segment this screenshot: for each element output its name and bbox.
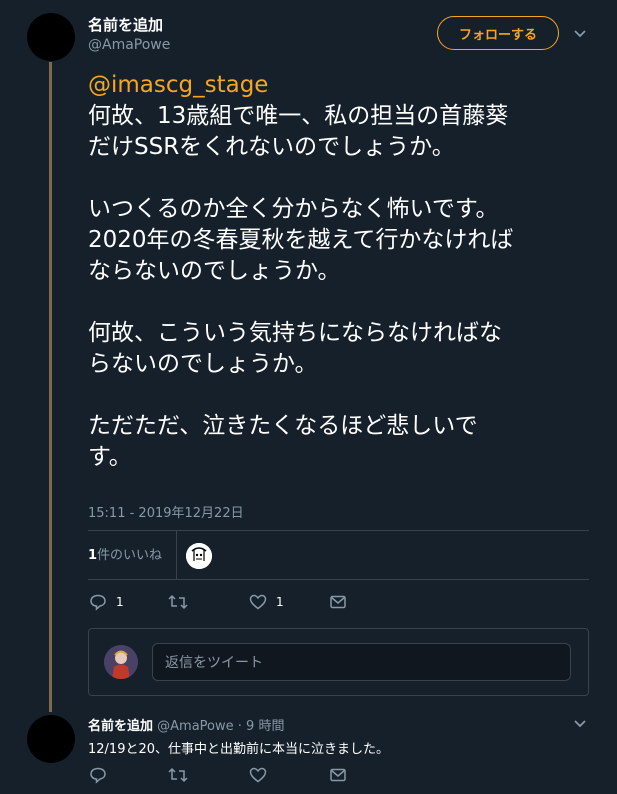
tweet-line: 何故、13歳組で唯一、私の担当の首藤葵 bbox=[88, 103, 509, 129]
dm-action[interactable] bbox=[329, 766, 347, 784]
like-count: 1 bbox=[276, 595, 284, 609]
divider bbox=[88, 579, 589, 580]
current-user-avatar-icon bbox=[104, 645, 138, 679]
liker-avatar-icon bbox=[186, 543, 212, 569]
tweet-line: 何故、こういう気持ちにならなければな bbox=[88, 320, 502, 346]
tweet-text: @imascg_stage 何故、13歳組で唯一、私の担当の首藤葵 だけSSRを… bbox=[88, 70, 603, 473]
tweet-timestamp[interactable]: 15:11 - 2019年12月22日 bbox=[88, 502, 244, 521]
divider bbox=[88, 530, 589, 531]
retweet-icon bbox=[168, 594, 188, 610]
reply-count: 1 bbox=[116, 595, 124, 609]
tweet-line: す。 bbox=[88, 444, 132, 470]
tweet-line: らないのでしょうか。 bbox=[88, 351, 318, 377]
like-action[interactable]: 1 bbox=[249, 593, 284, 611]
author-handle[interactable]: @AmaPowe bbox=[88, 37, 170, 53]
reply-author-handle[interactable]: @AmaPowe bbox=[157, 719, 233, 734]
chevron-down-icon[interactable] bbox=[572, 716, 588, 732]
follow-button[interactable]: フォローする bbox=[437, 16, 559, 50]
envelope-icon bbox=[330, 768, 346, 782]
heart-icon bbox=[249, 767, 267, 783]
tweet-line: だけSSRをくれないのでしょうか。 bbox=[88, 134, 455, 160]
current-user-avatar[interactable] bbox=[104, 645, 138, 679]
heart-icon bbox=[249, 594, 267, 610]
dm-action[interactable] bbox=[329, 593, 347, 611]
mention-link[interactable]: @imascg_stage bbox=[88, 70, 603, 101]
reply-icon bbox=[90, 767, 106, 784]
reply-header: 名前を追加 @AmaPowe · 9 時間 bbox=[88, 715, 284, 734]
reply-author-avatar[interactable] bbox=[27, 715, 75, 763]
tweet-line: ならないのでしょうか。 bbox=[88, 258, 341, 284]
thread-line bbox=[49, 62, 52, 712]
reply-tweet-text: 12/19と20、仕事中と出勤前に本当に泣きました。 bbox=[88, 742, 390, 757]
liker-avatar[interactable] bbox=[186, 543, 212, 569]
retweet-action[interactable] bbox=[168, 766, 188, 784]
tweet-line: ただただ、泣きたくなるほど悲しいで bbox=[88, 413, 478, 439]
chevron-down-icon[interactable] bbox=[572, 26, 588, 42]
reply-composer: 返信をツイート bbox=[88, 628, 589, 696]
author-name[interactable]: 名前を追加 bbox=[88, 14, 163, 35]
likes-summary[interactable]: 1件のいいね bbox=[88, 544, 162, 563]
like-action[interactable] bbox=[249, 766, 267, 784]
retweet-icon bbox=[168, 767, 188, 783]
divider bbox=[176, 531, 177, 579]
author-avatar[interactable] bbox=[27, 13, 75, 61]
reply-input[interactable]: 返信をツイート bbox=[152, 643, 571, 681]
reply-action[interactable] bbox=[89, 766, 107, 784]
likes-label: 件のいいね bbox=[97, 548, 163, 563]
tweet-line: いつくるのか全く分からなく怖いです。 bbox=[88, 196, 499, 222]
reply-action[interactable]: 1 bbox=[89, 593, 124, 611]
envelope-icon bbox=[330, 595, 346, 609]
reply-icon bbox=[90, 594, 106, 611]
reply-time[interactable]: · 9 時間 bbox=[238, 719, 285, 734]
retweet-action[interactable] bbox=[168, 593, 197, 611]
tweet-line: 2020年の冬春夏秋を越えて行かなければ bbox=[88, 227, 514, 253]
reply-author-name[interactable]: 名前を追加 bbox=[88, 719, 153, 734]
likes-count: 1 bbox=[88, 548, 98, 563]
